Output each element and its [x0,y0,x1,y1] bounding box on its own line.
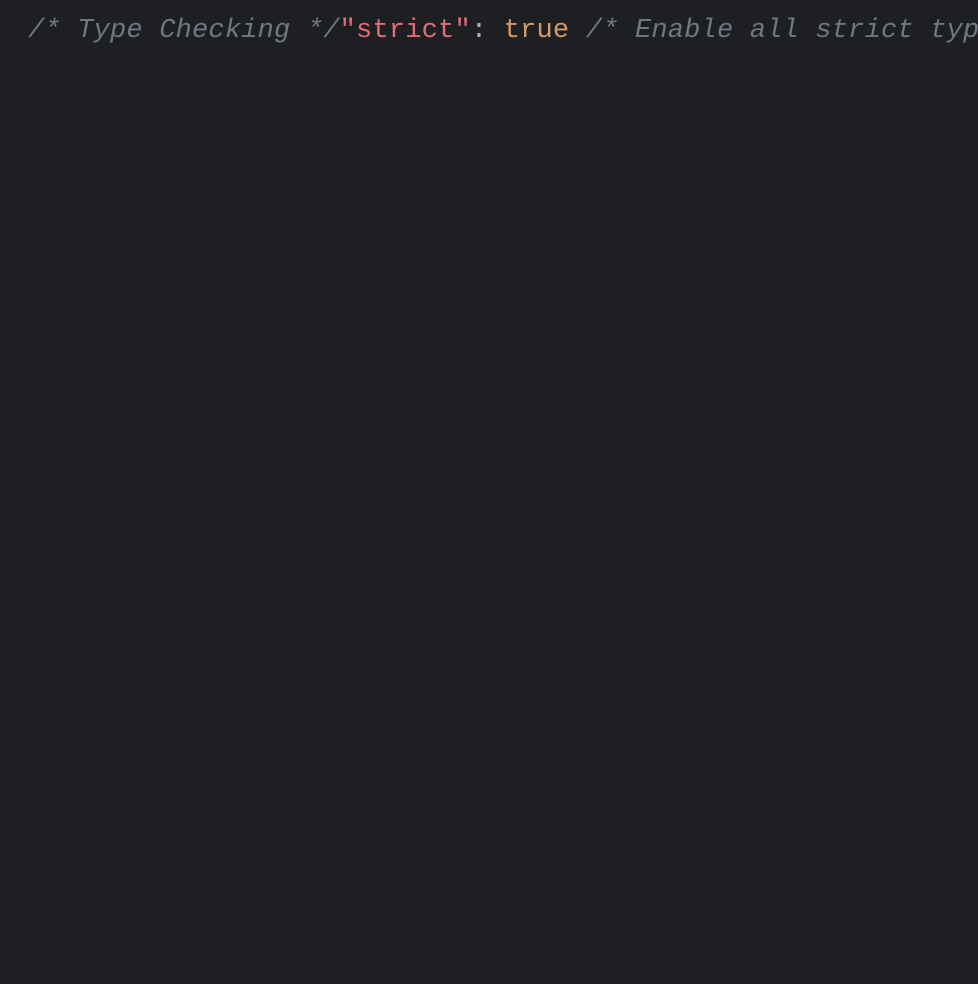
code-editor[interactable]: /* Type Checking */"strict": true /* Ena… [0,0,978,55]
trailing-comment: /* Enable all strict type-checking [569,16,978,46]
json-colon: : [471,16,504,46]
section-comment: /* Type Checking */ [28,16,340,46]
json-value-true: true [504,16,570,46]
json-key-strict: "strict" [340,16,471,46]
active-config-line: "strict": true /* Enable all strict type… [340,16,978,46]
